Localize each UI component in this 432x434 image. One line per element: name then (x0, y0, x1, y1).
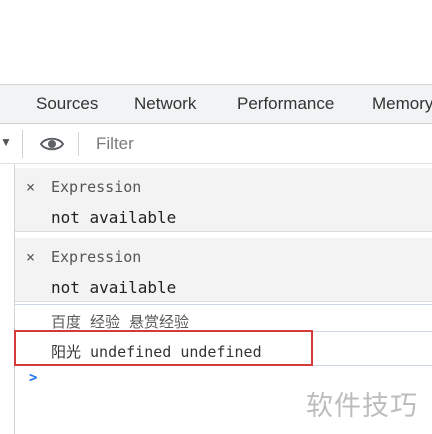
console-message-text: 百度 经验 悬赏经验 (51, 313, 190, 331)
remove-expression-close-icon[interactable]: × (26, 248, 35, 266)
console-message-text: 阳光 undefined undefined (51, 343, 262, 361)
watermark: 软件技巧 (306, 391, 418, 422)
tab-network[interactable]: Network (134, 85, 196, 123)
toolbar-divider (78, 132, 79, 156)
live-expression: × Expression not available (15, 238, 432, 302)
tab-sources[interactable]: Sources (36, 85, 98, 123)
context-dropdown-arrow-icon[interactable]: ▼ (0, 135, 12, 149)
console-message: 百度 经验 悬赏经验 (15, 304, 432, 332)
expression-label[interactable]: Expression (51, 178, 141, 196)
remove-expression-close-icon[interactable]: × (26, 178, 35, 196)
tab-memory[interactable]: Memory (372, 85, 432, 123)
eye-icon[interactable] (40, 134, 64, 154)
expression-label[interactable]: Expression (51, 248, 141, 266)
console-toolbar: ▼ (0, 124, 432, 164)
expression-value: not available (51, 278, 177, 297)
toolbar-divider (22, 130, 23, 158)
blank-area (0, 0, 432, 84)
console-prompt-chevron-icon[interactable]: > (29, 370, 37, 386)
console-message: 阳光 undefined undefined (15, 332, 432, 366)
tab-performance[interactable]: Performance (237, 85, 334, 123)
filter-input[interactable] (90, 132, 432, 156)
devtools-tab-bar: Sources Network Performance Memory (0, 84, 432, 124)
expression-value: not available (51, 208, 177, 227)
live-expression: × Expression not available (15, 168, 432, 232)
